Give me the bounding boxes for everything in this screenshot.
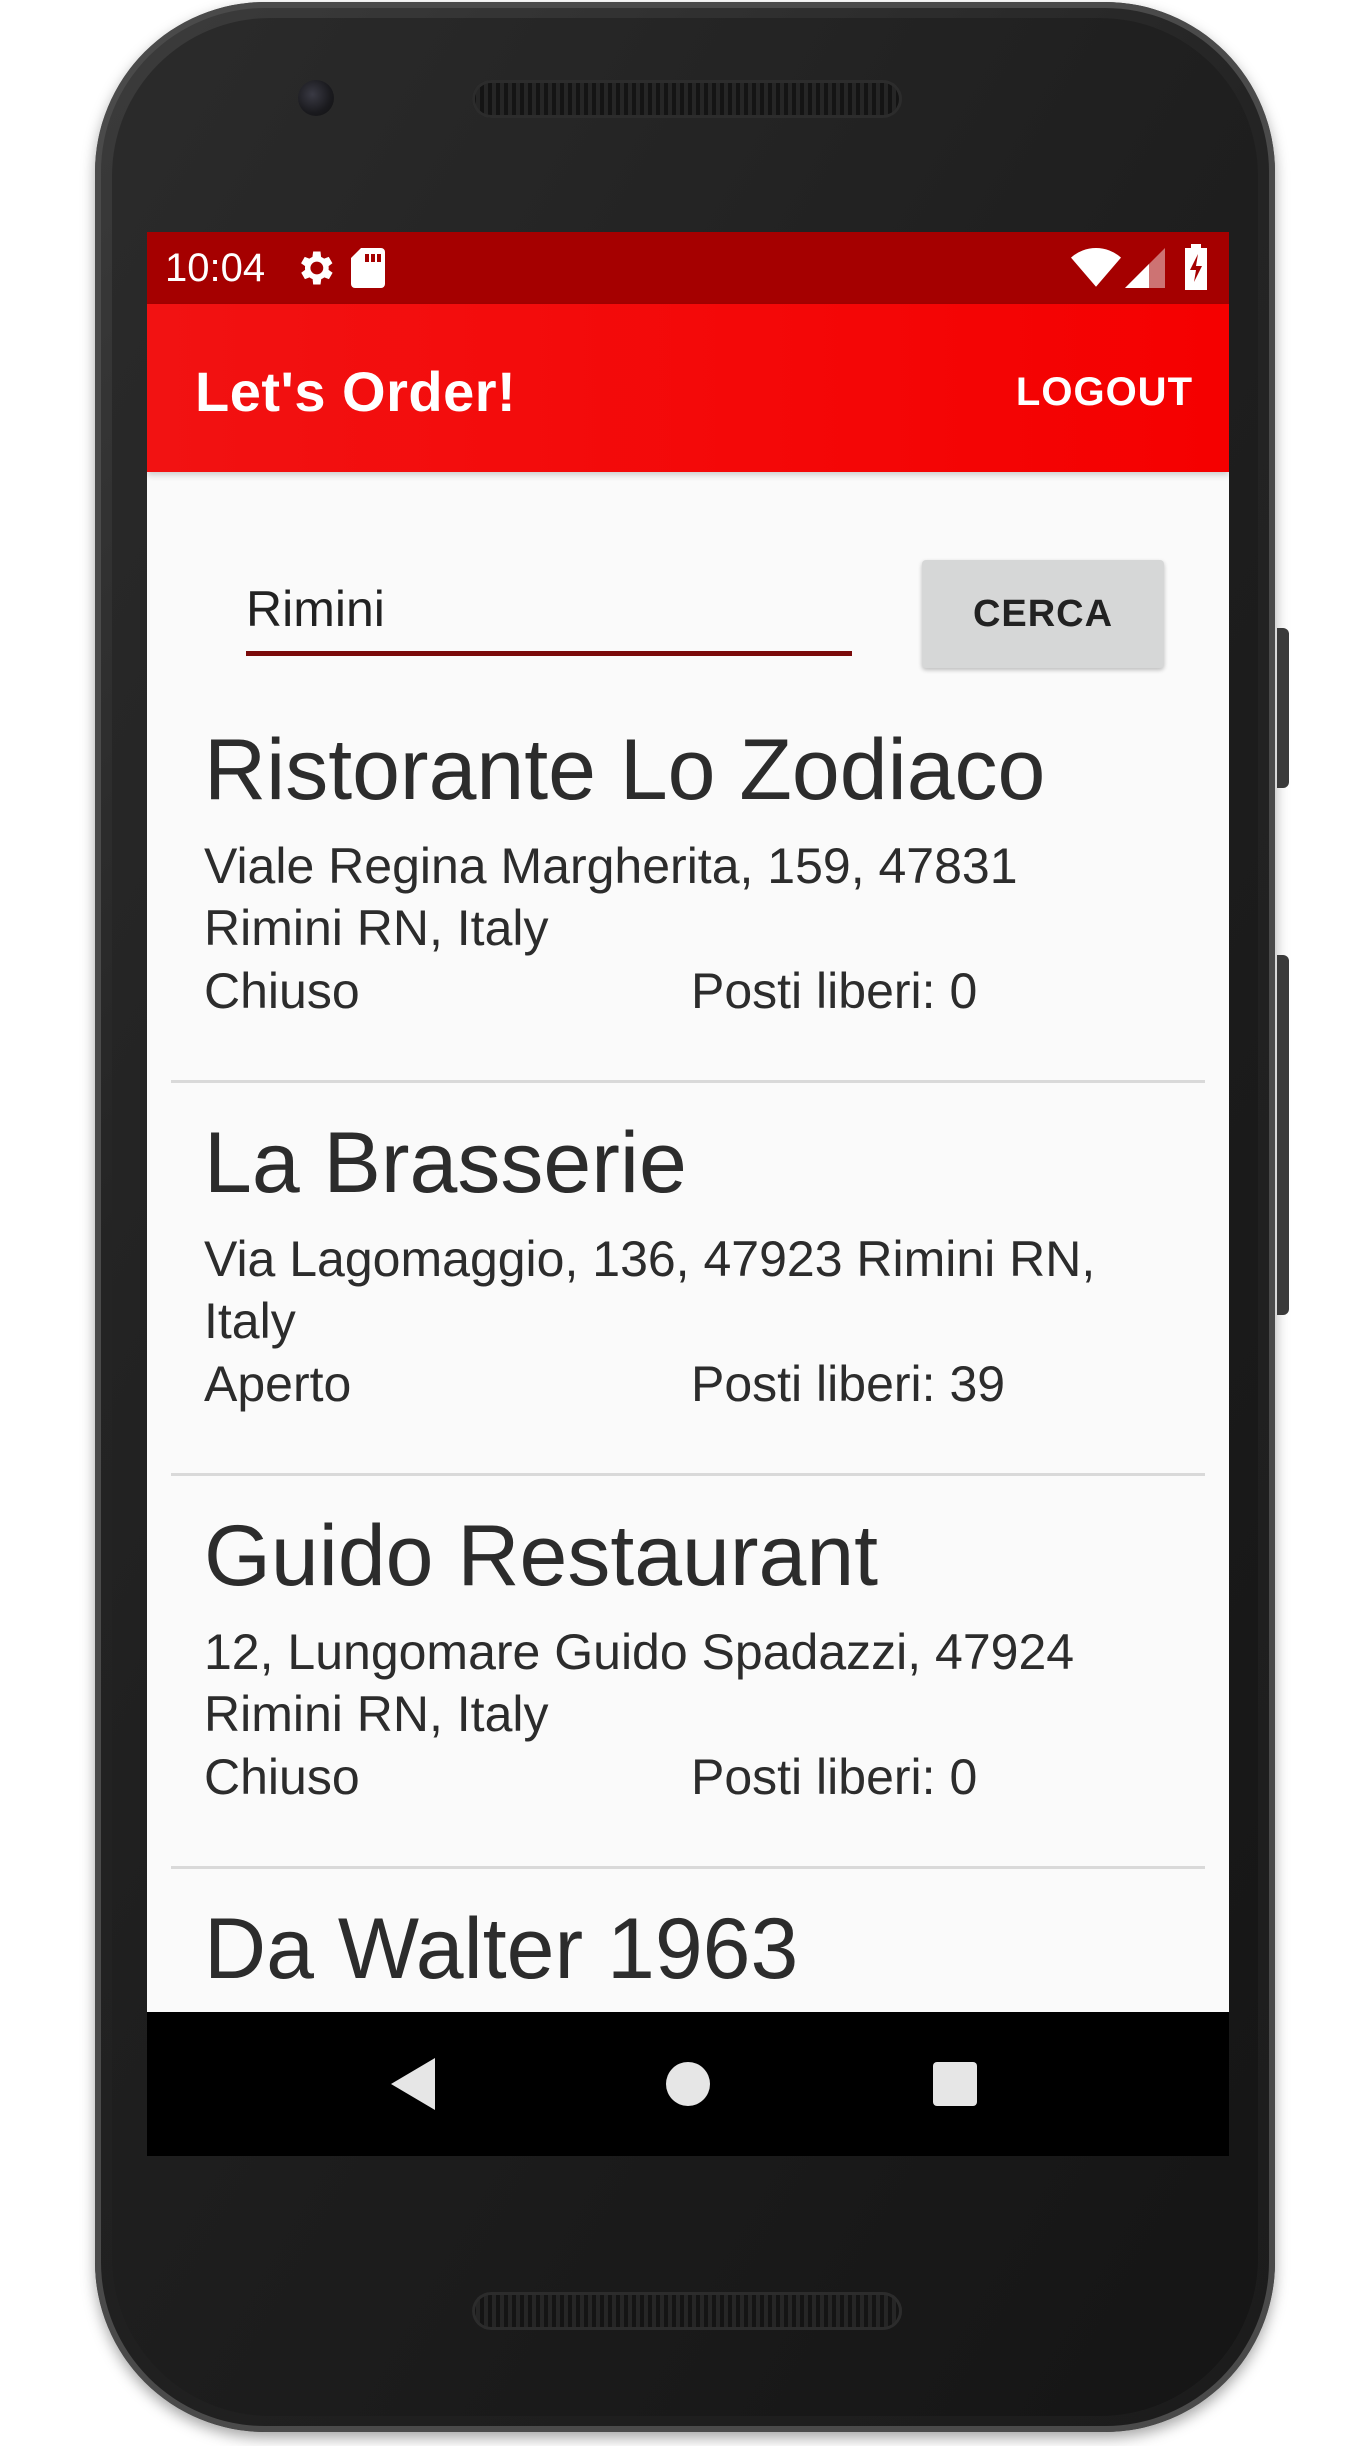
free-seats-label: Posti liberi:	[691, 963, 936, 1019]
search-input-underline	[246, 651, 852, 656]
restaurant-name: Guido Restaurant	[204, 1508, 879, 1604]
restaurant-free-seats: Posti liberi: 0	[691, 960, 977, 1022]
search-input[interactable]	[246, 574, 850, 644]
app-toolbar: Let's Order! LOGOUT	[147, 304, 1229, 472]
logout-button[interactable]: LOGOUT	[1016, 364, 1193, 420]
restaurant-item[interactable]: Ristorante Lo Zodiaco Viale Regina Margh…	[171, 690, 1205, 1083]
battery-charging-icon	[1183, 244, 1209, 290]
restaurant-item[interactable]: Guido Restaurant 12, Lungomare Guido Spa…	[171, 1476, 1205, 1869]
restaurant-name: La Brasserie	[204, 1115, 687, 1211]
free-seats-label: Posti liberi:	[691, 1749, 936, 1805]
recents-icon[interactable]	[933, 2062, 977, 2111]
restaurant-free-seats: Posti liberi: 39	[691, 1353, 1005, 1415]
front-camera	[298, 80, 334, 116]
device-frame: 10:04 Let's Order! LOGOUT Rimini CERCA R…	[0, 0, 1370, 2446]
free-seats-value: 0	[949, 963, 978, 1019]
home-icon[interactable]	[666, 2062, 710, 2111]
restaurant-status: Chiuso	[204, 1749, 360, 1805]
restaurant-address: 12, Lungomare Guido Spadazzi, 47924 Rimi…	[204, 1624, 1075, 1742]
back-icon[interactable]	[391, 2058, 435, 2115]
navigation-bar	[147, 2012, 1229, 2156]
restaurant-name: Da Walter 1963	[204, 1901, 799, 1997]
signal-icon	[1125, 248, 1165, 288]
restaurant-free-seats: Posti liberi: 0	[691, 1746, 977, 1808]
status-time: 10:04	[165, 246, 266, 290]
status-bar: 10:04	[147, 232, 1229, 304]
search-button[interactable]: CERCA	[922, 560, 1164, 668]
free-seats-label: Posti liberi:	[691, 1356, 936, 1412]
bottom-speaker	[472, 2292, 902, 2330]
restaurant-address: Viale Regina Margherita, 159, 47831 Rimi…	[204, 838, 1018, 956]
power-button[interactable]	[1277, 628, 1289, 788]
restaurant-address: Via Lagomaggio, 136, 47923 Rimini RN, It…	[204, 1231, 1096, 1349]
free-seats-value: 39	[949, 1356, 1006, 1412]
restaurant-status: Aperto	[204, 1356, 352, 1412]
restaurant-name: Ristorante Lo Zodiaco	[204, 722, 1046, 818]
earpiece-speaker	[472, 80, 902, 118]
gear-icon	[293, 246, 337, 290]
wifi-icon	[1071, 248, 1121, 288]
restaurant-item[interactable]: La Brasserie Via Lagomaggio, 136, 47923 …	[171, 1083, 1205, 1476]
restaurant-status: Chiuso	[204, 963, 360, 1019]
free-seats-value: 0	[949, 1749, 978, 1805]
sd-card-icon	[347, 246, 387, 290]
volume-button[interactable]	[1277, 955, 1289, 1315]
screen: 10:04 Let's Order! LOGOUT Rimini CERCA R…	[147, 232, 1229, 2156]
app-title: Let's Order!	[195, 360, 517, 423]
restaurant-list[interactable]: Ristorante Lo Zodiaco Viale Regina Margh…	[171, 690, 1205, 2156]
